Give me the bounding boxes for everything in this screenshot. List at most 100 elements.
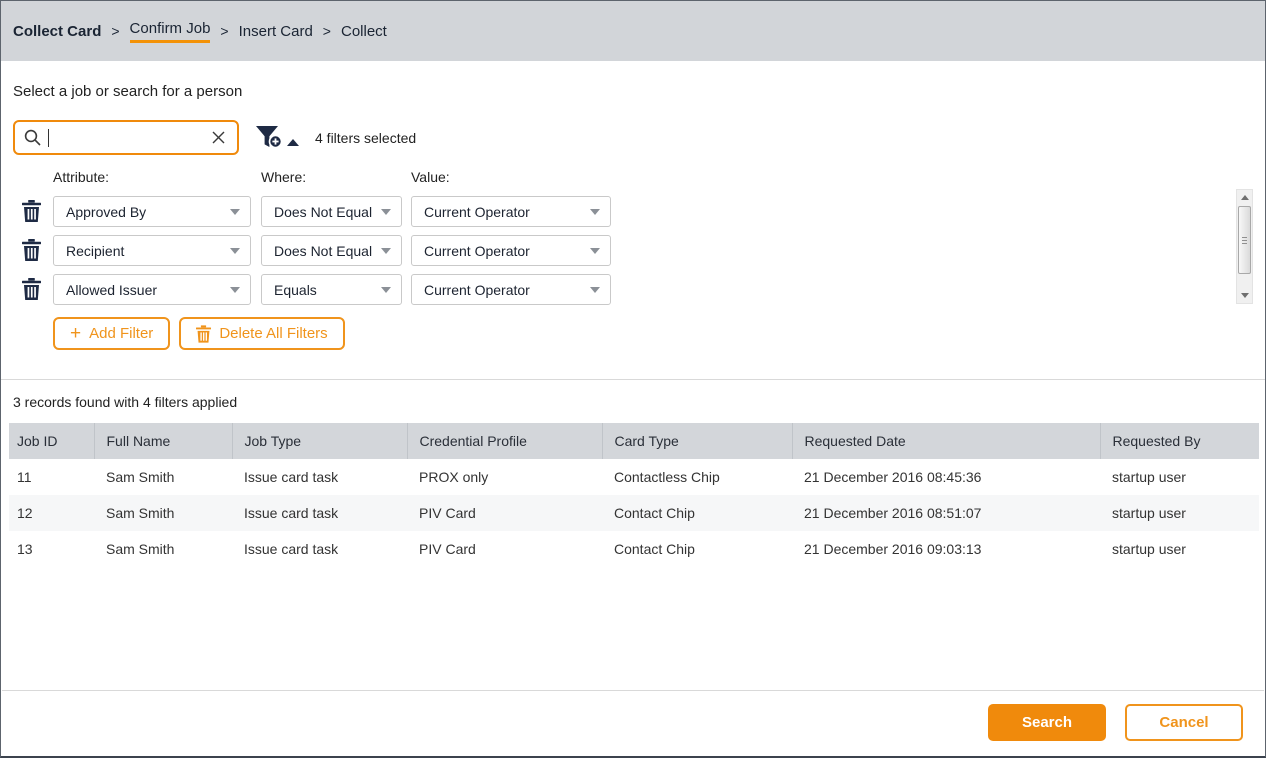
attribute-dropdown-value: Allowed Issuer (66, 282, 157, 298)
search-icon (24, 129, 41, 146)
cell-card-type: Contactless Chip (602, 459, 792, 495)
trash-icon (22, 278, 41, 300)
chevron-down-icon (590, 209, 600, 215)
breadcrumb-insert-card[interactable]: Insert Card (239, 23, 313, 40)
cell-job-id: 12 (9, 495, 94, 531)
value-column-label: Value: (411, 169, 450, 185)
job-row-13[interactable]: 13 Sam Smith Issue card task PIV Card Co… (9, 531, 1259, 567)
where-dropdown-value: Does Not Equal (274, 243, 372, 259)
triangle-up-icon (1241, 195, 1249, 200)
cell-requested-by: startup user (1100, 459, 1259, 495)
cell-credential-profile: PIV Card (407, 495, 602, 531)
value-dropdown[interactable]: Current Operator (411, 274, 611, 305)
delete-filter-button[interactable] (22, 278, 41, 300)
breadcrumb-collect-card[interactable]: Collect Card (13, 23, 101, 40)
cell-requested-by: startup user (1100, 495, 1259, 531)
scroll-up-button[interactable] (1237, 190, 1252, 205)
chevron-down-icon (590, 287, 600, 293)
value-dropdown-value: Current Operator (424, 243, 530, 259)
attribute-dropdown[interactable]: Approved By (53, 196, 251, 227)
scrollbar-grip (1242, 237, 1247, 246)
table-header-row: Job ID Full Name Job Type Credential Pro… (9, 423, 1259, 459)
footer-action-bar: Search Cancel (2, 690, 1264, 754)
attribute-column-label: Attribute: (53, 169, 109, 185)
filters-selected-count: 4 filters selected (315, 130, 416, 146)
column-header-job-type[interactable]: Job Type (232, 423, 407, 459)
cell-card-type: Contact Chip (602, 495, 792, 531)
filter-panel-scrollbar[interactable] (1236, 189, 1253, 304)
cell-requested-date: 21 December 2016 09:03:13 (792, 531, 1100, 567)
collect-card-window: Collect Card > Confirm Job > Insert Card… (0, 0, 1266, 758)
trash-icon (196, 325, 211, 343)
scroll-down-button[interactable] (1237, 288, 1252, 303)
delete-filter-button[interactable] (22, 200, 41, 222)
column-header-credential-profile[interactable]: Credential Profile (407, 423, 602, 459)
add-filter-label: Add Filter (89, 325, 153, 342)
search-input[interactable] (49, 125, 209, 151)
delete-all-filters-label: Delete All Filters (219, 325, 327, 342)
where-dropdown[interactable]: Does Not Equal (261, 196, 402, 227)
chevron-down-icon (381, 287, 391, 293)
cell-job-id: 13 (9, 531, 94, 567)
triangle-down-icon (1241, 293, 1249, 298)
value-dropdown-value: Current Operator (424, 204, 530, 220)
breadcrumb-collect[interactable]: Collect (341, 23, 387, 40)
cell-card-type: Contact Chip (602, 531, 792, 567)
where-column-label: Where: (261, 169, 306, 185)
job-row-12[interactable]: 12 Sam Smith Issue card task PIV Card Co… (9, 495, 1259, 531)
breadcrumb-separator: > (111, 23, 119, 39)
trash-icon (22, 200, 41, 222)
column-header-job-id[interactable]: Job ID (9, 423, 94, 459)
delete-all-filters-button[interactable]: Delete All Filters (179, 317, 344, 350)
where-dropdown-value: Does Not Equal (274, 204, 372, 220)
records-summary: 3 records found with 4 filters applied (13, 394, 1253, 410)
cell-job-type: Issue card task (232, 459, 407, 495)
cancel-button[interactable]: Cancel (1125, 704, 1243, 741)
delete-filter-button[interactable] (22, 239, 41, 261)
attribute-dropdown[interactable]: Allowed Issuer (53, 274, 251, 305)
attribute-dropdown-value: Recipient (66, 243, 124, 259)
where-dropdown[interactable]: Equals (261, 274, 402, 305)
cell-requested-date: 21 December 2016 08:51:07 (792, 495, 1100, 531)
section-divider (1, 379, 1265, 380)
column-header-full-name[interactable]: Full Name (94, 423, 232, 459)
collapse-filters-icon (287, 139, 299, 146)
close-icon (211, 130, 226, 145)
plus-icon: + (70, 324, 81, 343)
chevron-down-icon (381, 209, 391, 215)
attribute-dropdown[interactable]: Recipient (53, 235, 251, 266)
cell-full-name: Sam Smith (94, 495, 232, 531)
value-dropdown[interactable]: Current Operator (411, 235, 611, 266)
breadcrumb: Collect Card > Confirm Job > Insert Card… (1, 1, 1265, 61)
search-button[interactable]: Search (988, 704, 1106, 741)
add-filter-button[interactable]: + Add Filter (53, 317, 170, 350)
chevron-down-icon (381, 248, 391, 254)
attribute-dropdown-value: Approved By (66, 204, 146, 220)
value-dropdown[interactable]: Current Operator (411, 196, 611, 227)
breadcrumb-separator: > (220, 23, 228, 39)
column-header-requested-date[interactable]: Requested Date (792, 423, 1100, 459)
cell-job-type: Issue card task (232, 531, 407, 567)
chevron-down-icon (230, 287, 240, 293)
scrollbar-thumb[interactable] (1238, 206, 1251, 274)
breadcrumb-confirm-job[interactable]: Confirm Job (130, 20, 211, 43)
job-row-11[interactable]: 11 Sam Smith Issue card task PROX only C… (9, 459, 1259, 495)
clear-search-button[interactable] (209, 128, 228, 147)
jobs-table: Job ID Full Name Job Type Credential Pro… (9, 423, 1259, 567)
chevron-down-icon (230, 209, 240, 215)
search-box[interactable] (13, 120, 239, 155)
where-dropdown-value: Equals (274, 282, 317, 298)
cell-requested-by: startup user (1100, 531, 1259, 567)
cell-credential-profile: PROX only (407, 459, 602, 495)
filter-panel-toggle[interactable] (255, 125, 299, 150)
filter-add-icon (255, 125, 284, 150)
trash-icon (22, 239, 41, 261)
value-dropdown-value: Current Operator (424, 282, 530, 298)
where-dropdown[interactable]: Does Not Equal (261, 235, 402, 266)
cell-job-id: 11 (9, 459, 94, 495)
column-header-card-type[interactable]: Card Type (602, 423, 792, 459)
filter-panel: Attribute: Where: Value: (13, 169, 1253, 365)
cell-credential-profile: PIV Card (407, 531, 602, 567)
column-header-requested-by[interactable]: Requested By (1100, 423, 1259, 459)
breadcrumb-separator: > (323, 23, 331, 39)
